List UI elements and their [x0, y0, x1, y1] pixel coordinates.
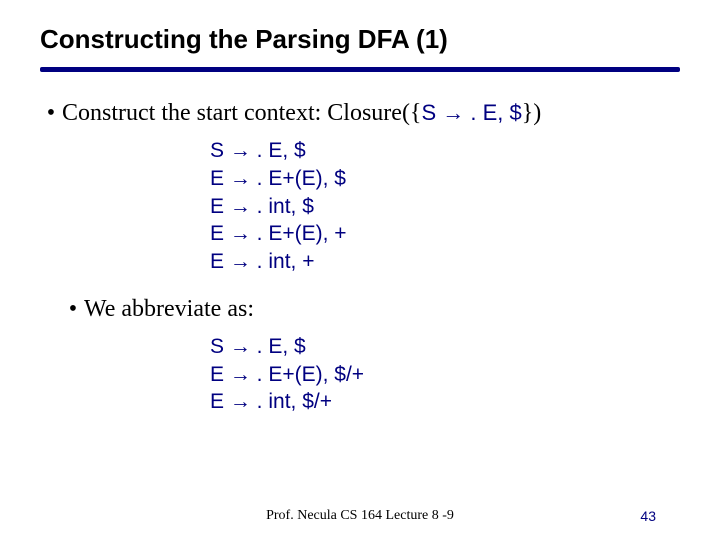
closure-row: E → . E+(E), $/+	[210, 361, 680, 389]
bullet-dot-icon: •	[40, 98, 62, 129]
closure-row: S → . E, $	[210, 137, 680, 165]
closure-row: E → . int, $/+	[210, 388, 680, 416]
closure-row: S → . E, $	[210, 333, 680, 361]
bullet1-tail: })	[522, 100, 542, 126]
bullet-abbreviate: • We abbreviate as:	[62, 294, 680, 325]
slide: Constructing the Parsing DFA (1) • Const…	[0, 0, 720, 540]
closure-items-abbrev: S → . E, $ E → . E+(E), $/+ E → . int, $…	[210, 333, 680, 416]
closure-item: S → . E, $	[421, 100, 521, 125]
closure-row: E → . E+(E), $	[210, 165, 680, 193]
closure-items-full: S → . E, $ E → . E+(E), $ E → . int, $ E…	[210, 137, 680, 276]
closure-row: E → . E+(E), +	[210, 220, 680, 248]
slide-title: Constructing the Parsing DFA (1)	[40, 24, 680, 55]
closure-row: E → . int, +	[210, 248, 680, 276]
page-number: 43	[640, 508, 656, 524]
bullet1-lead: Construct the start context: Closure({	[62, 100, 421, 126]
closure-row: E → . int, $	[210, 193, 680, 221]
bullet-dot-icon: •	[62, 294, 84, 325]
bullet-construct-start-context: • Construct the start context: Closure({…	[40, 98, 680, 129]
footer-text: Prof. Necula CS 164 Lecture 8 -9	[0, 508, 720, 524]
bullet2-text: We abbreviate as:	[84, 294, 680, 325]
title-rule	[40, 67, 680, 72]
bullet1-text: Construct the start context: Closure({S …	[62, 98, 680, 129]
